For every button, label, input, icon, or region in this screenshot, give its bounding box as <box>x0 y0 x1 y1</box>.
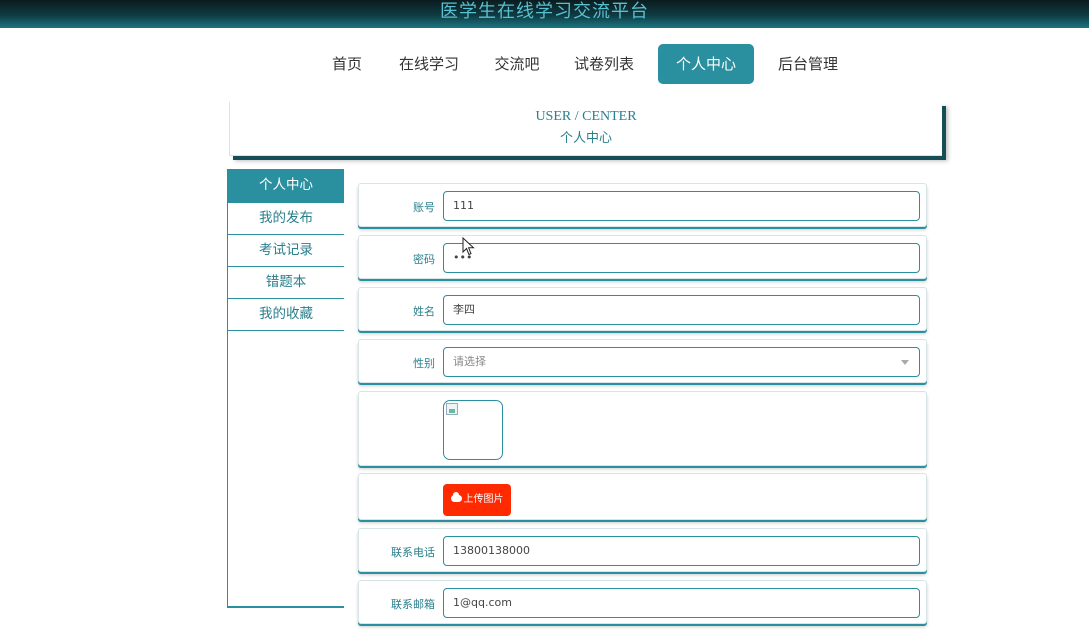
password-label: 密码 <box>413 253 435 266</box>
account-label: 账号 <box>413 201 435 214</box>
form-row-upload: 上传图片 <box>358 473 927 520</box>
nav-forum[interactable]: 交流吧 <box>487 44 547 84</box>
nav-exam-list[interactable]: 试卷列表 <box>566 44 642 84</box>
sidebar-item-user-center[interactable]: 个人中心 <box>228 169 344 203</box>
phone-input[interactable]: 13800138000 <box>443 536 920 566</box>
gender-select-placeholder: 请选择 <box>453 355 486 368</box>
top-banner: 医学生在线学习交流平台 <box>0 0 1089 28</box>
form-row-name: 姓名 李四 <box>358 287 927 331</box>
gender-select[interactable]: 请选择 <box>443 347 920 377</box>
phone-label: 联系电话 <box>391 546 435 559</box>
sidebar-item-exam-records[interactable]: 考试记录 <box>228 235 344 267</box>
name-label: 姓名 <box>413 305 435 318</box>
page-header: USER / CENTER 个人中心 <box>229 102 942 156</box>
email-label: 联系邮箱 <box>391 598 435 611</box>
mouse-cursor-icon <box>462 237 475 256</box>
app-title: 医学生在线学习交流平台 <box>440 1 649 22</box>
broken-image-icon <box>446 403 458 415</box>
nav-user-center[interactable]: 个人中心 <box>658 44 754 84</box>
sidebar-item-wrong-questions[interactable]: 错题本 <box>228 267 344 299</box>
email-input[interactable]: 1@qq.com <box>443 588 920 618</box>
gender-label: 性别 <box>413 357 435 370</box>
page-title-en: USER / CENTER <box>535 109 637 124</box>
form-row-email: 联系邮箱 1@qq.com <box>358 580 927 624</box>
form-row-account: 账号 111 <box>358 183 927 227</box>
avatar-image[interactable] <box>443 400 503 460</box>
form-row-password: 密码 ••• <box>358 235 927 279</box>
nav-online-study[interactable]: 在线学习 <box>392 44 466 84</box>
upload-button-label: 上传图片 <box>463 494 504 505</box>
form-row-avatar <box>358 391 927 466</box>
main-nav: 首页 在线学习 交流吧 试卷列表 个人中心 后台管理 <box>0 44 1089 84</box>
form-row-phone: 联系电话 13800138000 <box>358 528 927 572</box>
sidebar-item-my-posts[interactable]: 我的发布 <box>228 203 344 235</box>
sidebar-item-favorites[interactable]: 我的收藏 <box>228 299 344 331</box>
page-title-cn: 个人中心 <box>559 131 612 146</box>
form-row-gender: 性别 请选择 <box>358 339 927 383</box>
password-input[interactable]: ••• <box>443 243 920 273</box>
chevron-down-icon <box>901 360 909 365</box>
nav-admin[interactable]: 后台管理 <box>771 44 845 84</box>
upload-image-button[interactable]: 上传图片 <box>443 484 511 516</box>
nav-home[interactable]: 首页 <box>322 44 372 84</box>
account-input[interactable]: 111 <box>443 191 920 221</box>
sidebar: 个人中心 我的发布 考试记录 错题本 我的收藏 <box>227 169 344 608</box>
cloud-upload-icon <box>450 492 462 502</box>
name-input[interactable]: 李四 <box>443 295 920 325</box>
